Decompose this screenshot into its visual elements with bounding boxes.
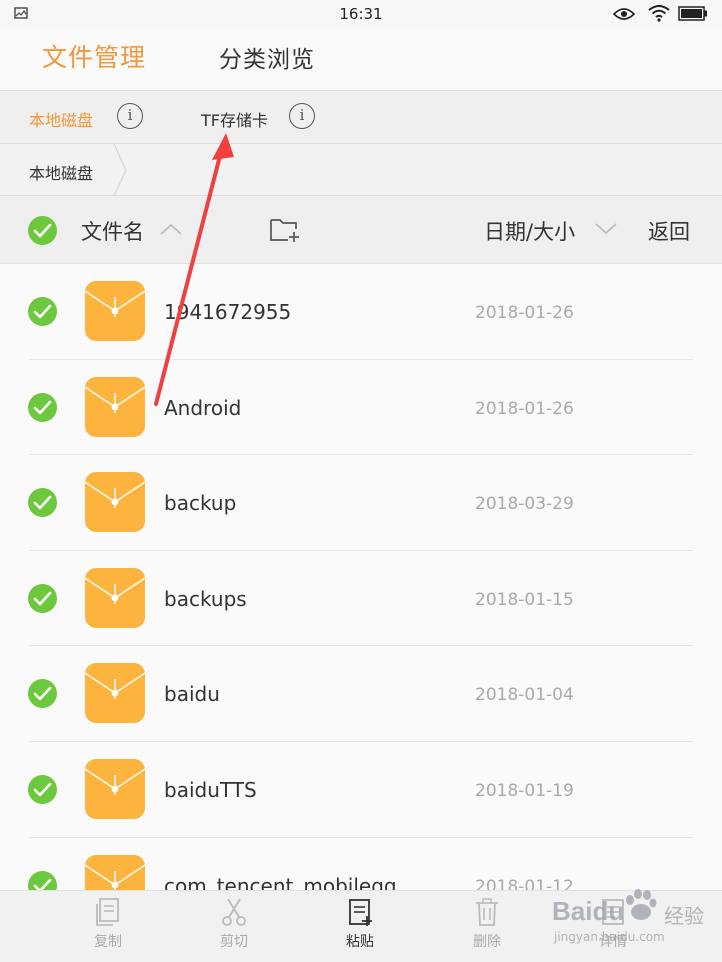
file-name: 1941672955: [164, 300, 292, 324]
list-item[interactable]: backups 2018-01-15: [0, 551, 722, 647]
sort-by-name[interactable]: 文件名: [81, 216, 144, 246]
item-checkbox[interactable]: [28, 774, 57, 804]
checkmark-icon: [33, 591, 52, 606]
folder-icon: [85, 854, 145, 890]
info-icon[interactable]: i: [117, 103, 143, 129]
folder-icon: [85, 567, 145, 628]
checkmark-icon: [33, 400, 52, 414]
cut-label: 剪切: [220, 934, 248, 950]
folder-icon: [85, 663, 145, 724]
sort-by-date-size[interactable]: 日期/大小: [484, 216, 575, 246]
file-date: 2018-01-26: [475, 303, 574, 323]
paw-icon: [626, 889, 657, 920]
file-date: 2018-01-04: [475, 685, 574, 706]
watermark-brand: Baidu: [552, 896, 625, 926]
baidu-jingyan-watermark: Baidu 经验 jingyan.baidu.com: [552, 884, 722, 962]
file-list: 1941672955 2018-01-26 Android 2018-01-26…: [0, 264, 722, 890]
list-header: 文件名 日期/大小 返回: [0, 196, 722, 264]
list-item[interactable]: backup 2018-03-29: [0, 455, 722, 551]
item-checkbox[interactable]: [28, 583, 57, 613]
file-name: backup: [164, 491, 237, 516]
cut-button[interactable]: 剪切: [194, 897, 274, 951]
item-checkbox[interactable]: [28, 297, 57, 326]
file-name: Android: [164, 395, 242, 420]
breadcrumb-chevron-icon: [113, 144, 127, 196]
scissors-icon: [222, 898, 246, 926]
file-name: baidu: [164, 682, 220, 707]
folder-icon: [85, 281, 145, 341]
select-all-checkbox[interactable]: [28, 216, 57, 245]
back-button[interactable]: 返回: [648, 216, 690, 246]
copy-button[interactable]: 复制: [68, 897, 148, 951]
folder-icon: [85, 376, 145, 437]
file-name: baiduTTS: [164, 777, 257, 802]
watermark-jingyan: 经验: [664, 904, 704, 928]
checkmark-icon: [33, 687, 52, 701]
list-item[interactable]: com_tencent_mobileqq 2018-01-12: [0, 838, 722, 890]
folder-icon: [85, 472, 145, 533]
app-header: 文件管理 分类浏览: [0, 28, 722, 90]
tab-file-management[interactable]: 文件管理: [42, 38, 146, 74]
tab-category-browse[interactable]: 分类浏览: [219, 40, 315, 74]
list-item[interactable]: 1941672955 2018-01-26: [0, 264, 722, 360]
storage-selector: 本地磁盘 i TF存储卡 i: [0, 90, 722, 144]
wifi-icon: [648, 5, 670, 22]
delete-button[interactable]: 删除: [447, 897, 527, 951]
checkmark-icon: [33, 304, 52, 319]
trash-icon: [476, 898, 498, 926]
storage-local-disk[interactable]: 本地磁盘: [29, 107, 93, 131]
item-checkbox[interactable]: [28, 488, 57, 518]
list-item[interactable]: Android 2018-01-26: [0, 360, 722, 456]
eye-comfort-icon: [613, 8, 635, 20]
chevron-down-icon[interactable]: [594, 222, 618, 236]
file-date: 2018-01-15: [475, 589, 574, 610]
list-item[interactable]: baidu 2018-01-04: [0, 646, 722, 742]
checkmark-icon: [33, 495, 52, 510]
folder-icon: [85, 758, 145, 819]
file-date: 2018-01-26: [475, 398, 574, 419]
item-checkbox[interactable]: [28, 392, 57, 422]
copy-label: 复制: [94, 934, 122, 950]
breadcrumb-item[interactable]: 本地磁盘: [29, 160, 93, 184]
watermark-url: jingyan.baidu.com: [554, 930, 665, 944]
item-checkbox[interactable]: [28, 679, 57, 709]
battery-icon: [678, 6, 707, 21]
storage-tf-card[interactable]: TF存储卡: [201, 107, 268, 131]
checkmark-icon: [33, 223, 52, 238]
checkmark-icon: [33, 878, 52, 890]
copy-icon: [96, 898, 119, 926]
status-bar: 16:31: [0, 0, 722, 28]
paste-label: 粘贴: [346, 934, 374, 950]
breadcrumb: 本地磁盘: [0, 144, 722, 196]
item-checkbox[interactable]: [28, 870, 57, 890]
file-date: 2018-01-19: [475, 780, 574, 801]
file-date: 2018-03-29: [475, 494, 574, 515]
info-icon[interactable]: i: [289, 103, 315, 129]
paste-button[interactable]: 粘贴: [320, 897, 400, 951]
file-name: backups: [164, 586, 247, 611]
file-name: com_tencent_mobileqq: [164, 873, 397, 890]
chevron-up-icon[interactable]: [159, 222, 183, 236]
checkmark-icon: [33, 782, 52, 797]
list-item[interactable]: baiduTTS 2018-01-19: [0, 742, 722, 838]
new-folder-icon[interactable]: [269, 216, 301, 244]
paste-icon: [349, 899, 372, 926]
delete-label: 删除: [473, 934, 501, 950]
